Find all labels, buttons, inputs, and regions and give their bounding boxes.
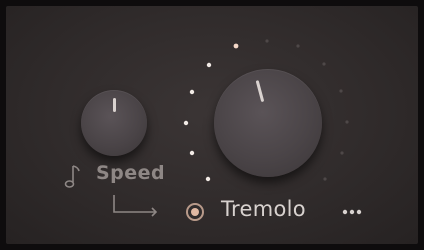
more-options-icon[interactable] xyxy=(338,204,366,218)
tremolo-knob-indicator xyxy=(255,80,264,103)
radio-selected-dot xyxy=(191,208,199,216)
tremolo-depth-knob[interactable] xyxy=(214,69,322,177)
speed-label: Speed xyxy=(96,162,166,184)
music-note-icon[interactable] xyxy=(60,163,82,191)
tremolo-label: Tremolo xyxy=(221,197,306,221)
tremolo-enable-radio[interactable] xyxy=(186,203,204,221)
speed-knob-indicator xyxy=(112,98,116,112)
speed-knob[interactable] xyxy=(81,90,147,156)
sync-arrow-icon xyxy=(113,195,158,217)
